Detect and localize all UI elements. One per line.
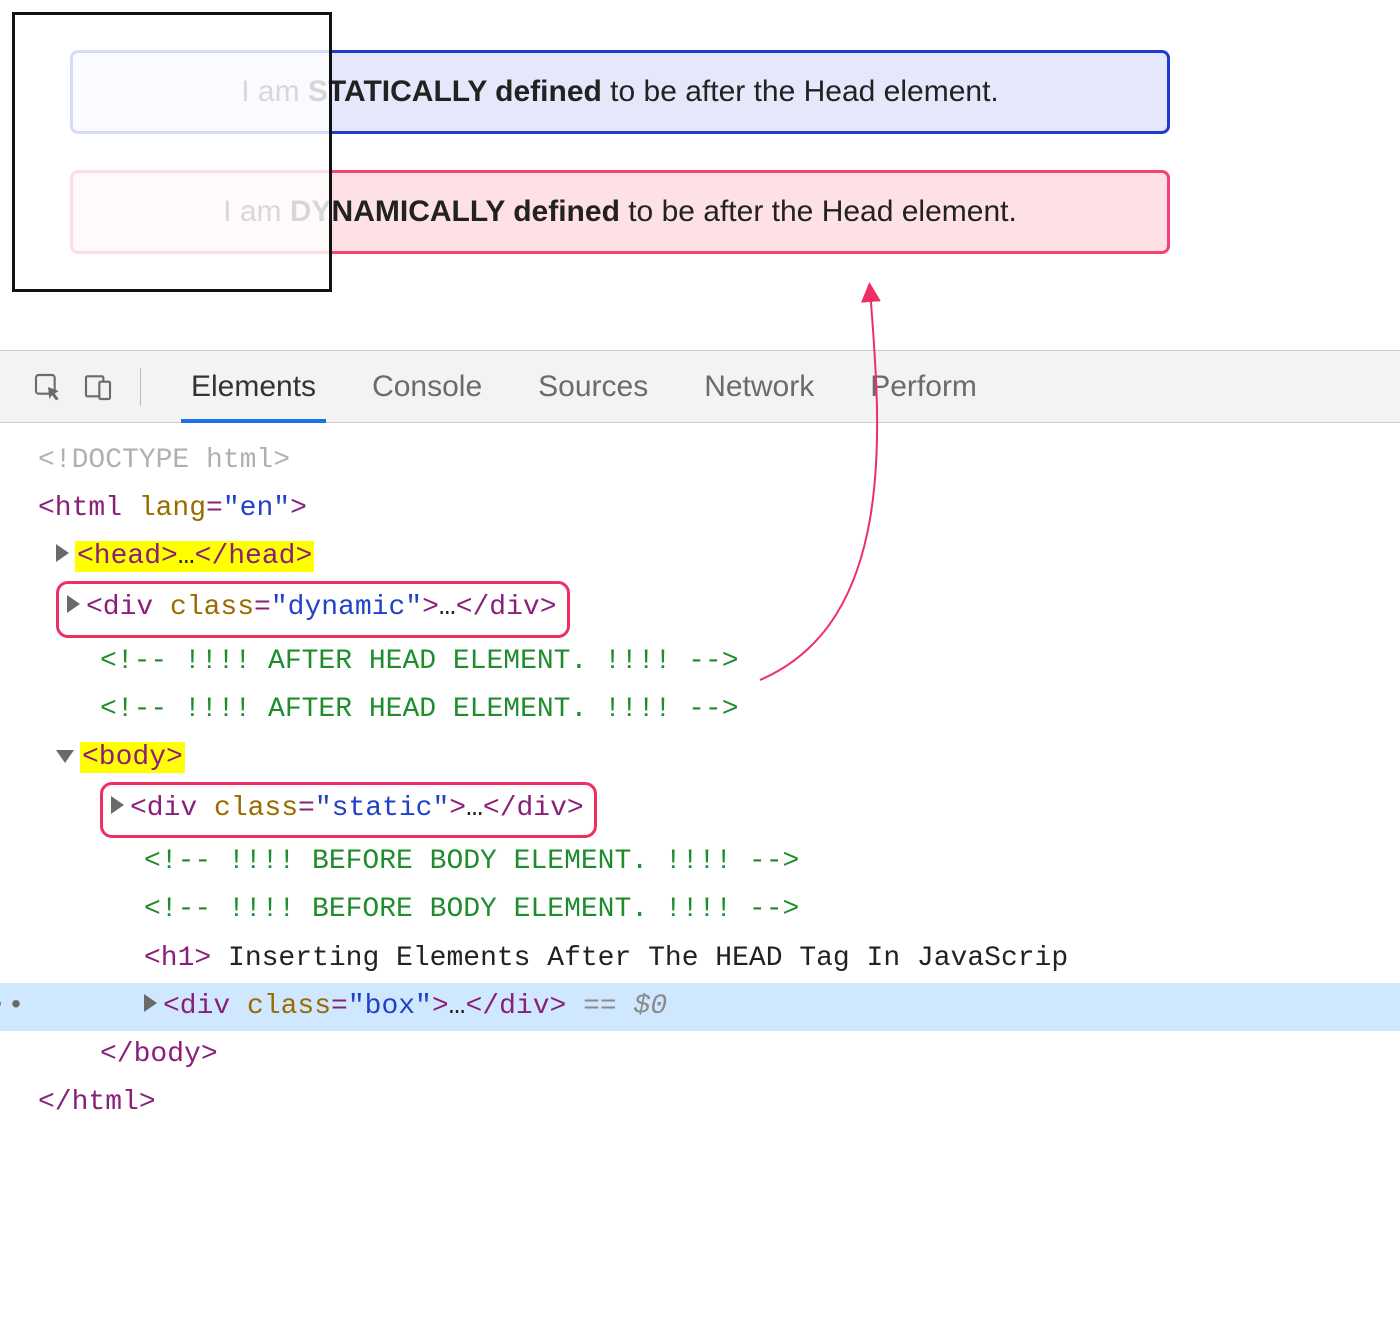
dom-doctype[interactable]: <!DOCTYPE html> [38, 437, 1400, 485]
dom-comment-before-body-2[interactable]: <!-- !!!! BEFORE BODY ELEMENT. !!!! --> [38, 886, 1400, 934]
expand-icon[interactable] [67, 595, 80, 613]
expand-icon[interactable] [56, 544, 69, 562]
tab-sources[interactable]: Sources [510, 351, 676, 422]
dom-tree[interactable]: <!DOCTYPE html> <html lang="en"> <head>…… [0, 423, 1400, 1151]
expand-icon[interactable] [111, 796, 124, 814]
devtools-panel: Elements Console Sources Network Perform… [0, 350, 1400, 1151]
toolbar-separator [140, 368, 141, 406]
dom-html-open[interactable]: <html lang="en"> [38, 485, 1400, 533]
device-toggle-icon[interactable] [80, 369, 116, 405]
dom-div-static[interactable]: <div class="static">…</div> [38, 782, 1400, 838]
dom-comment-after-head-2[interactable]: <!-- !!!! AFTER HEAD ELEMENT. !!!! --> [38, 686, 1400, 734]
expand-icon[interactable] [144, 994, 157, 1012]
dynamic-banner-text-suffix: to be after the Head element. [620, 195, 1017, 228]
tab-performance[interactable]: Perform [842, 351, 1005, 422]
dom-div-box-selected[interactable]: ••• <div class="box">…</div> == $0 [0, 983, 1400, 1031]
tab-console[interactable]: Console [344, 351, 510, 422]
static-banner-text-bold: STATICALLY defined [308, 75, 602, 108]
static-banner-text-suffix: to be after the Head element. [602, 75, 999, 108]
collapse-icon[interactable] [56, 750, 74, 763]
inspect-icon[interactable] [30, 369, 66, 405]
static-banner-text-prefix: I am [241, 75, 308, 108]
devtools-toolbar: Elements Console Sources Network Perform [0, 351, 1400, 423]
dom-h1[interactable]: <h1> Inserting Elements After The HEAD T… [38, 935, 1400, 983]
dom-comment-after-head-1[interactable]: <!-- !!!! AFTER HEAD ELEMENT. !!!! --> [38, 638, 1400, 686]
dom-body-close[interactable]: </body> [38, 1031, 1400, 1079]
tab-elements[interactable]: Elements [163, 351, 344, 422]
tab-network[interactable]: Network [676, 351, 842, 422]
dynamic-banner-text-prefix: I am [223, 195, 290, 228]
dom-div-dynamic[interactable]: <div class="dynamic">…</div> [38, 581, 1400, 637]
dom-head[interactable]: <head>…</head> [38, 533, 1400, 581]
dom-comment-before-body-1[interactable]: <!-- !!!! BEFORE BODY ELEMENT. !!!! --> [38, 838, 1400, 886]
dom-body-open[interactable]: <body> [38, 734, 1400, 782]
dom-html-close[interactable]: </html> [38, 1079, 1400, 1127]
dynamic-banner-text-bold: DYNAMICALLY defined [290, 195, 620, 228]
rendered-page-preview: I am STATICALLY defined to be after the … [0, 0, 1400, 350]
more-icon[interactable]: ••• [0, 983, 26, 1031]
static-banner: I am STATICALLY defined to be after the … [70, 50, 1170, 134]
dynamic-banner: I am DYNAMICALLY defined to be after the… [70, 170, 1170, 254]
